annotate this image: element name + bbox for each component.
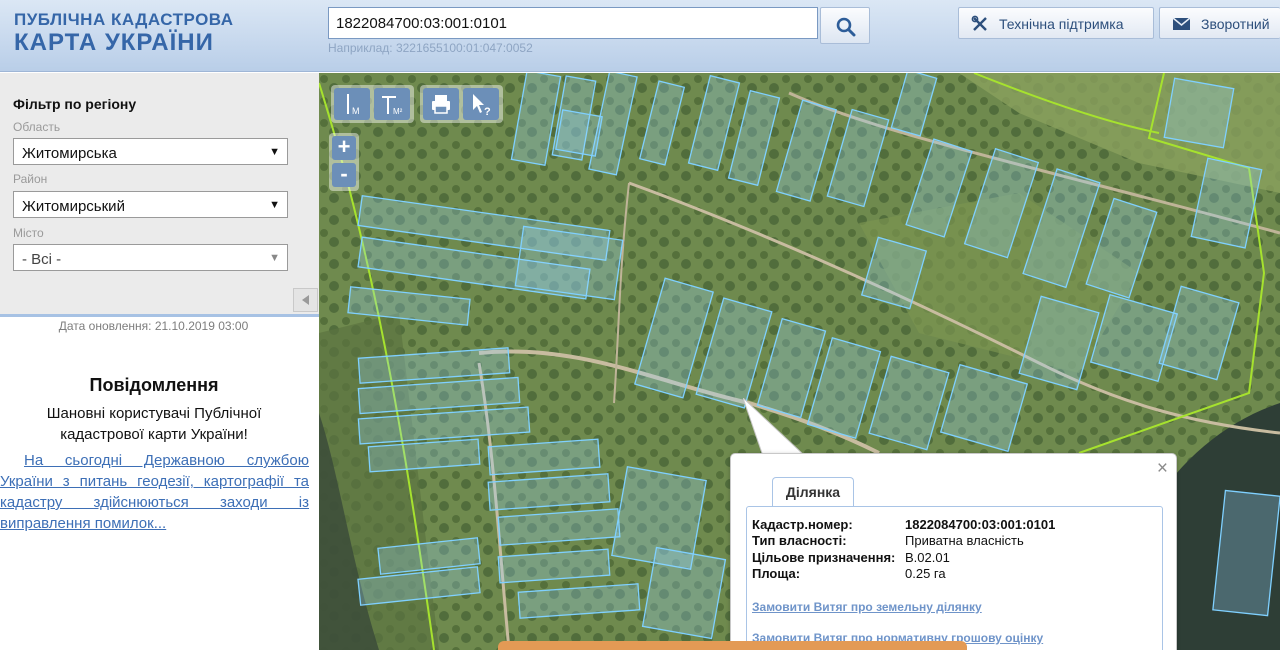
misto-value: - Всі - [22,251,62,268]
misto-label: Місто [13,226,44,240]
order-parcel-extract-link[interactable]: Замовити Витяг про земельну ділянку [752,600,982,614]
raion-value: Житомирський [22,198,125,215]
identify-button[interactable]: ? [463,88,499,120]
cadastral-number-value: 1822084700:03:001:0101 [905,517,1056,532]
message-title: Повідомлення [89,375,219,395]
dropdown-arrow-icon: ▼ [269,252,280,264]
parcel-details: Кадастр.номер: 1822084700:03:001:0101 Ти… [746,506,1163,650]
misto-select[interactable]: - Всі - ▼ [13,244,288,271]
oblast-select[interactable]: Житомирська ▼ [13,138,288,165]
zoom-out-button[interactable]: - [332,163,356,187]
ownership-type-value: Приватна власність [905,533,1024,548]
filter-title: Фільтр по регіону [13,96,137,112]
area-value: 0.25 га [905,566,946,581]
purpose-value: В.02.01 [905,550,950,565]
logo-line1: ПУБЛІЧНА КАДАСТРОВА [14,10,234,29]
purpose-label: Цільове призначення: [752,550,896,565]
measure-area-icon: М² [382,96,403,116]
ownership-type-label: Тип власності: [752,533,847,548]
raion-label: Район [13,172,48,186]
logo-line2: КАРТА УКРАЇНИ [14,29,214,56]
support-label: Технічна підтримка [999,16,1124,32]
region-filter: Фільтр по регіону Область Житомирська ▼ … [0,73,319,317]
popup-pointer [743,398,807,457]
collapse-sidebar-button[interactable] [293,288,318,312]
raion-select[interactable]: Житомирський ▼ [13,191,288,218]
search-example-text: Наприклад: 3221655100:01:047:0052 [328,41,533,55]
sidebar: Фільтр по регіону Область Житомирська ▼ … [0,73,319,650]
close-icon[interactable]: × [1157,458,1168,480]
bottom-banner[interactable] [498,641,967,650]
oblast-value: Житомирська [22,145,117,162]
tools-icon [971,15,987,31]
svg-text:М²: М² [393,107,403,116]
support-button[interactable]: Технічна підтримка [958,7,1154,39]
oblast-label: Область [13,120,61,134]
measure-length-button[interactable]: М [334,88,370,120]
area-label: Площа: [752,566,801,581]
svg-text:?: ? [484,106,491,118]
site-logo[interactable]: ПУБЛІЧНА КАДАСТРОВА КАРТА УКРАЇНИ [14,10,234,56]
cadastral-number-label: Кадастр.номер: [752,517,853,532]
zoom-control: + - [329,133,359,191]
print-identify-tools: ? [420,85,503,123]
message-greeting: Шановні користувачі Публічної кадастрово… [46,405,262,443]
measure-tools: М М² [331,85,414,123]
update-date: Дата оновлення: 21.10.2019 03:00 [58,319,249,333]
envelope-icon [1172,17,1191,30]
tab-parcel[interactable]: Ділянка [772,477,854,507]
dropdown-arrow-icon: ▼ [269,199,280,211]
measure-area-button[interactable]: М² [374,88,410,120]
measure-length-icon: М [347,94,360,116]
zoom-in-button[interactable]: + [332,136,356,160]
svg-text:М: М [352,106,360,116]
cadastral-map[interactable]: М М² ? + - × Ділянка Кадастр.номер: 1822… [319,73,1280,650]
search-icon [836,17,856,37]
feedback-label: Зворотний [1201,16,1270,32]
feedback-button[interactable]: Зворотний [1159,7,1280,39]
print-icon [432,95,450,114]
print-button[interactable] [423,88,459,120]
identify-icon: ? [473,94,491,118]
header: ПУБЛІЧНА КАДАСТРОВА КАРТА УКРАЇНИ Наприк… [0,0,1280,72]
search-button[interactable] [820,7,870,44]
parcel-info-popup: × Ділянка Кадастр.номер: 1822084700:03:0… [730,453,1177,650]
message-link[interactable]: На сьогодні Державною службою України з … [0,450,309,534]
dropdown-arrow-icon: ▼ [269,146,280,158]
cadastral-search-input[interactable] [328,7,818,39]
search-example: Наприклад: 3221655100:01:047:0052 [328,41,533,55]
chevron-left-icon [302,295,309,305]
